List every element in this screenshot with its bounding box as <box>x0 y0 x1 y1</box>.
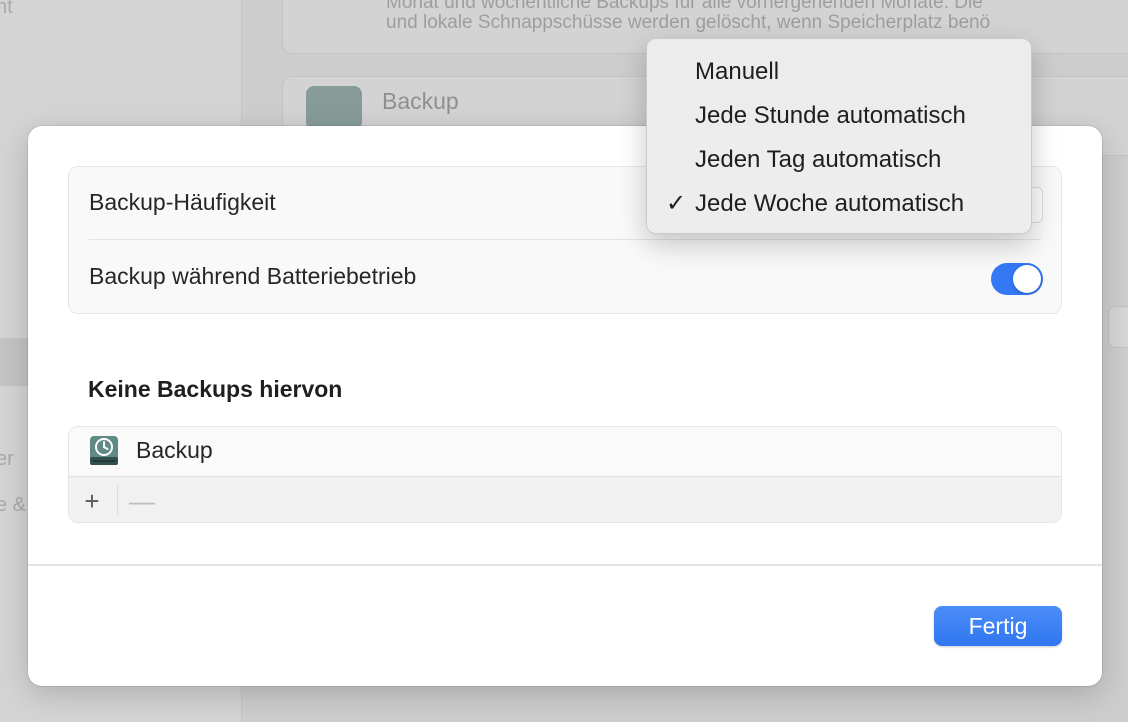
frequency-label: Backup-Häufigkeit <box>89 189 276 215</box>
exclusions-list: Backup + — <box>68 426 1062 523</box>
toolbar-separator <box>117 485 118 515</box>
battery-toggle[interactable] <box>991 263 1043 295</box>
menu-item-hourly[interactable]: Jede Stunde automatisch <box>647 94 1031 138</box>
background-button-stub <box>1108 306 1128 348</box>
list-item[interactable]: Backup <box>69 427 1061 476</box>
toggle-knob <box>1013 265 1041 293</box>
background-disk-icon <box>306 86 362 130</box>
menu-item-manual[interactable]: Manuell <box>647 50 1031 94</box>
background-sidebar-text: e & <box>0 494 27 516</box>
background-sidebar-selection <box>0 338 28 386</box>
list-item-label: Backup <box>136 437 213 463</box>
background-disk-label: Backup <box>382 88 459 114</box>
menu-item-weekly[interactable]: ✓ Jede Woche automatisch <box>647 182 1031 226</box>
list-toolbar: + — <box>69 476 1061 522</box>
done-button[interactable]: Fertig <box>934 606 1062 646</box>
background-description-line: und lokale Schnappschüsse werden gelösch… <box>386 12 991 33</box>
remove-button[interactable]: — <box>122 483 162 519</box>
sheet-divider <box>28 564 1102 566</box>
add-button[interactable]: + <box>72 483 112 519</box>
menu-item-label: Manuell <box>695 58 780 85</box>
exclusions-title: Keine Backups hiervon <box>88 376 343 402</box>
frequency-menu: Manuell Jede Stunde automatisch Jeden Ta… <box>646 38 1032 234</box>
time-machine-disk-icon <box>89 435 119 472</box>
menu-item-daily[interactable]: Jeden Tag automatisch <box>647 138 1031 182</box>
menu-item-label: Jede Woche automatisch <box>695 190 965 217</box>
battery-label: Backup während Batteriebetrieb <box>89 263 417 289</box>
background-sidebar-text: nt <box>0 0 13 18</box>
checkmark-icon: ✓ <box>666 190 687 217</box>
background-sidebar-text: er <box>0 448 14 470</box>
row-divider <box>89 239 1041 240</box>
menu-item-label: Jeden Tag automatisch <box>695 146 942 173</box>
menu-item-label: Jede Stunde automatisch <box>695 102 966 129</box>
